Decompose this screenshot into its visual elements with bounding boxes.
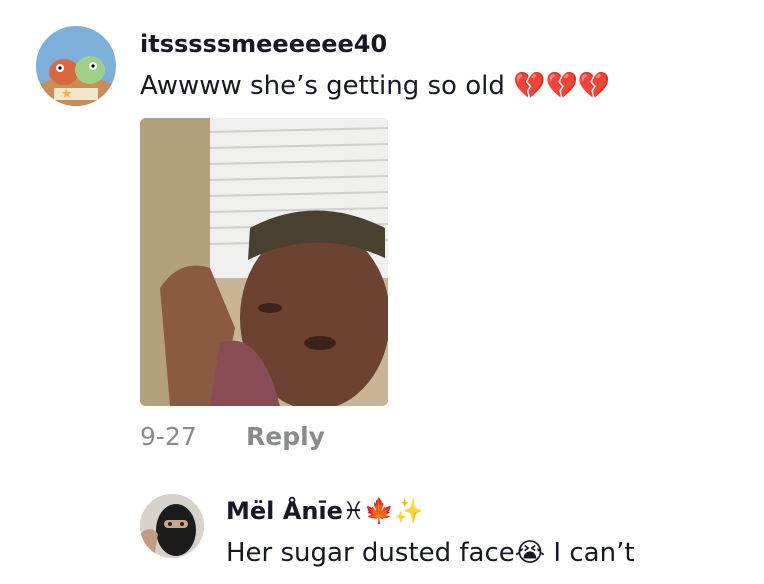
comment-username[interactable]: itsssssmeeeeee40: [140, 30, 387, 58]
comment-text: Awwww she’s getting so old 💔💔💔: [140, 71, 611, 101]
reply-button[interactable]: Reply: [246, 422, 325, 451]
reply-username[interactable]: Mël Ånīe♓🍁✨: [226, 497, 424, 525]
user-avatar[interactable]: [36, 26, 116, 106]
person-in-black-mask-avatar-icon: [140, 494, 204, 558]
reply-text: Her sugar dusted face😭 I can’t: [226, 538, 635, 568]
comment-photo[interactable]: [140, 118, 388, 406]
reply-user-avatar[interactable]: [140, 494, 204, 558]
crying-woman-photo-icon: [140, 118, 388, 406]
comment-date: 9-27: [140, 422, 197, 451]
spongebob-fish-cartoon-avatar-icon: [36, 26, 116, 106]
